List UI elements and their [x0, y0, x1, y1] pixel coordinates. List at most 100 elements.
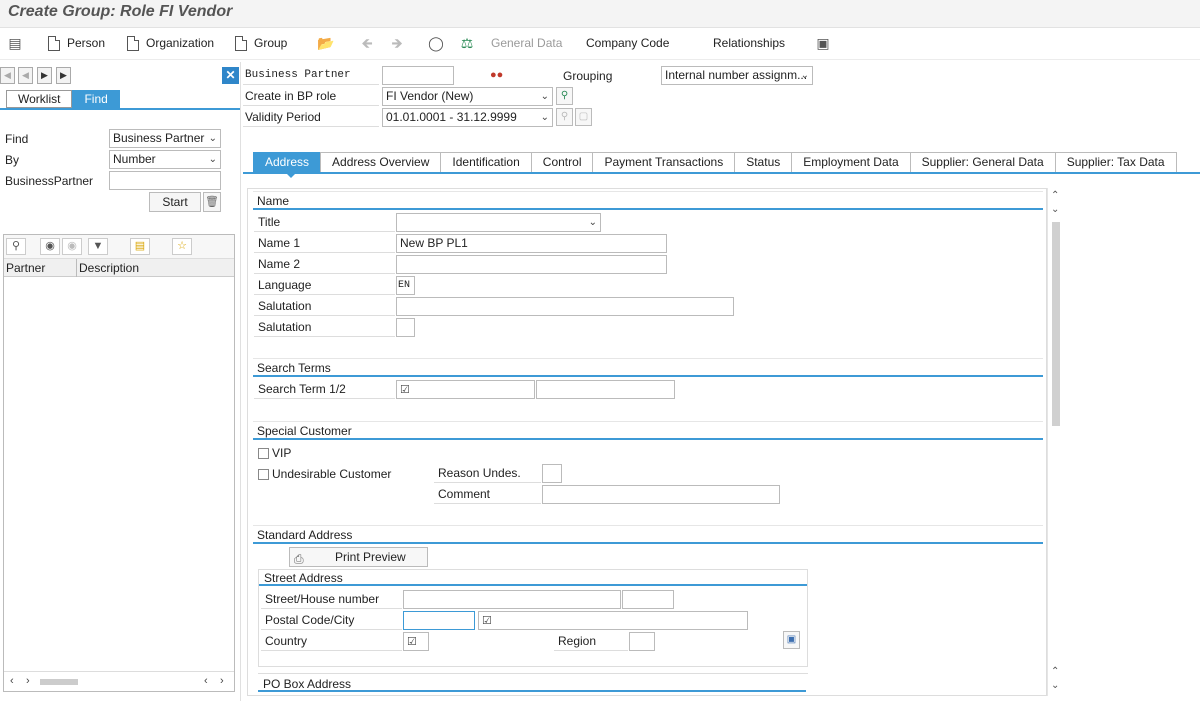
validity-period-select[interactable]: 01.01.0001 - 31.12.9999 ⌄ — [382, 108, 553, 127]
vip-label: VIP — [272, 446, 292, 460]
tab-supplier-tax-data[interactable]: Supplier: Tax Data — [1054, 152, 1177, 172]
bp-role-select[interactable]: FI Vendor (New) ⌄ — [382, 87, 553, 106]
first-page-button[interactable]: ◀ — [0, 67, 15, 84]
scroll-down-icon[interactable]: ⌄ — [1051, 204, 1059, 215]
close-locator-icon[interactable]: ✕ — [222, 67, 239, 84]
people-icon[interactable]: ●● — [490, 69, 503, 81]
print-preview-button[interactable]: ⎙ Print Preview — [289, 547, 428, 567]
filter-icon[interactable]: ▼ — [88, 238, 108, 255]
business-partner-search-input[interactable] — [109, 171, 221, 190]
language-input[interactable]: EN — [396, 276, 415, 295]
tab-employment-data[interactable]: Employment Data — [791, 152, 911, 172]
scroll-left-icon[interactable]: ‹ — [204, 675, 208, 687]
tab-control[interactable]: Control — [530, 152, 594, 172]
undesirable-customer-checkbox[interactable] — [258, 469, 269, 480]
scroll-up-icon[interactable]: ⌃ — [1051, 190, 1059, 201]
person-button[interactable]: Person — [48, 28, 105, 58]
search-term2-input[interactable] — [536, 380, 675, 399]
organization-button[interactable]: Organization — [127, 28, 214, 58]
result-list-scrollbar[interactable]: ‹ › ‹ › — [4, 671, 234, 691]
scroll-down-icon[interactable]: ⌄ — [1051, 680, 1059, 691]
postal-code-input[interactable] — [403, 611, 475, 630]
address-map-icon[interactable]: ▣ — [783, 631, 800, 649]
house-number-input[interactable] — [622, 590, 674, 609]
active-tab-pointer — [285, 172, 297, 178]
glasses-icon[interactable]: ◯ — [426, 34, 446, 52]
column-description[interactable]: Description — [79, 261, 139, 275]
title-bar: Create Group: Role FI Vendor — [0, 0, 1200, 28]
back-arrow-icon[interactable]: 🡸 — [357, 34, 377, 52]
name1-input[interactable]: New BP PL1 — [396, 234, 667, 253]
open-folder-icon[interactable]: 📂 — [316, 34, 336, 52]
find-next-icon[interactable]: ◉ — [62, 238, 82, 255]
scroll-left-icon[interactable]: ‹ — [10, 675, 14, 687]
relationships-button[interactable]: Relationships — [713, 28, 785, 58]
general-data-button[interactable]: General Data — [491, 28, 562, 58]
tab-status[interactable]: Status — [734, 152, 793, 172]
country-input[interactable]: ☑ — [403, 632, 429, 651]
main-tabstrip: Address Address Overview Identification … — [253, 152, 1177, 172]
bp-role-select-value: FI Vendor (New) — [386, 89, 474, 103]
next-page-button[interactable]: ▶ — [37, 67, 52, 84]
comment-input[interactable] — [542, 485, 780, 504]
content-vertical-scrollbar[interactable]: ⌃ ⌄ ⌃ ⌄ — [1047, 188, 1063, 696]
scroll-right-icon[interactable]: › — [26, 675, 30, 687]
tab-address-overview[interactable]: Address Overview — [320, 152, 442, 172]
column-partner[interactable]: Partner — [6, 261, 45, 275]
scroll-up-icon[interactable]: ⌃ — [1051, 666, 1059, 677]
forward-arrow-icon[interactable]: 🡺 — [387, 34, 407, 52]
tab-identification[interactable]: Identification — [440, 152, 532, 172]
chevron-down-icon: ⌄ — [588, 217, 597, 228]
find-label: Find — [5, 132, 29, 146]
role-details-icon[interactable]: ⚲ — [556, 87, 573, 105]
partner-icon[interactable]: ▣ — [813, 34, 833, 52]
validity-details-icon[interactable]: ⚲ — [556, 108, 573, 126]
tab-supplier-general-data[interactable]: Supplier: General Data — [909, 152, 1056, 172]
main-tab-underline — [243, 172, 1200, 174]
previous-page-button[interactable]: ◀ — [18, 67, 33, 84]
by-select[interactable]: Number ⌄ — [109, 150, 221, 169]
reason-undes-input[interactable] — [542, 464, 562, 483]
favorite-icon[interactable]: ☆ — [172, 238, 192, 255]
group-button[interactable]: Group — [235, 28, 287, 58]
title-select[interactable]: ⌄ — [396, 213, 601, 232]
name2-input[interactable] — [396, 255, 667, 274]
vip-checkbox[interactable] — [258, 448, 269, 459]
salutation2-input[interactable] — [396, 318, 415, 337]
salutation-input[interactable] — [396, 297, 734, 316]
company-code-label: Company Code — [586, 36, 670, 50]
business-partner-input[interactable] — [382, 66, 454, 85]
vertical-scroll-thumb[interactable] — [1052, 222, 1060, 426]
business-partner-search-label: BusinessPartner — [5, 174, 94, 188]
comment-label: Comment — [434, 485, 541, 504]
horizontal-scroll-thumb[interactable] — [40, 679, 78, 685]
scroll-right-icon[interactable]: › — [220, 675, 224, 687]
tab-address[interactable]: Address — [253, 152, 322, 172]
tab-find[interactable]: Find — [72, 90, 120, 108]
find-select[interactable]: Business Partner ⌄ — [109, 129, 221, 148]
last-page-button[interactable]: ▶ — [56, 67, 71, 84]
switch-role-icon[interactable]: ⚖ — [457, 34, 477, 52]
details-icon[interactable]: ⚲ — [6, 238, 26, 255]
panel-splitter[interactable] — [240, 62, 241, 701]
business-partner-label: Business Partner — [243, 66, 379, 85]
start-button[interactable]: Start — [149, 192, 201, 212]
validity-copy-icon[interactable]: ▢ — [575, 108, 592, 126]
menu-icon[interactable]: ▤ — [5, 34, 25, 52]
grouping-select-value: Internal number assignm... — [665, 68, 808, 82]
company-code-button[interactable]: Company Code — [586, 28, 669, 58]
find-binoculars-icon[interactable]: ◉ — [40, 238, 60, 255]
street-input[interactable] — [403, 590, 621, 609]
standard-address-heading: Standard Address — [253, 525, 1043, 544]
region-input[interactable] — [629, 632, 655, 651]
trash-icon[interactable]: 🗑 — [203, 192, 221, 212]
required-check-icon: ☑ — [400, 384, 410, 396]
search-term1-input[interactable]: ☑ — [396, 380, 535, 399]
city-input[interactable]: ☑ — [478, 611, 748, 630]
search-term-label: Search Term 1/2 — [254, 380, 395, 399]
tab-payment-transactions[interactable]: Payment Transactions — [592, 152, 736, 172]
export-icon[interactable]: ▤ — [130, 238, 150, 255]
grouping-select[interactable]: Internal number assignm... ⌄ — [661, 66, 813, 85]
tab-worklist[interactable]: Worklist — [6, 90, 73, 108]
salutation2-label: Salutation — [254, 318, 395, 337]
